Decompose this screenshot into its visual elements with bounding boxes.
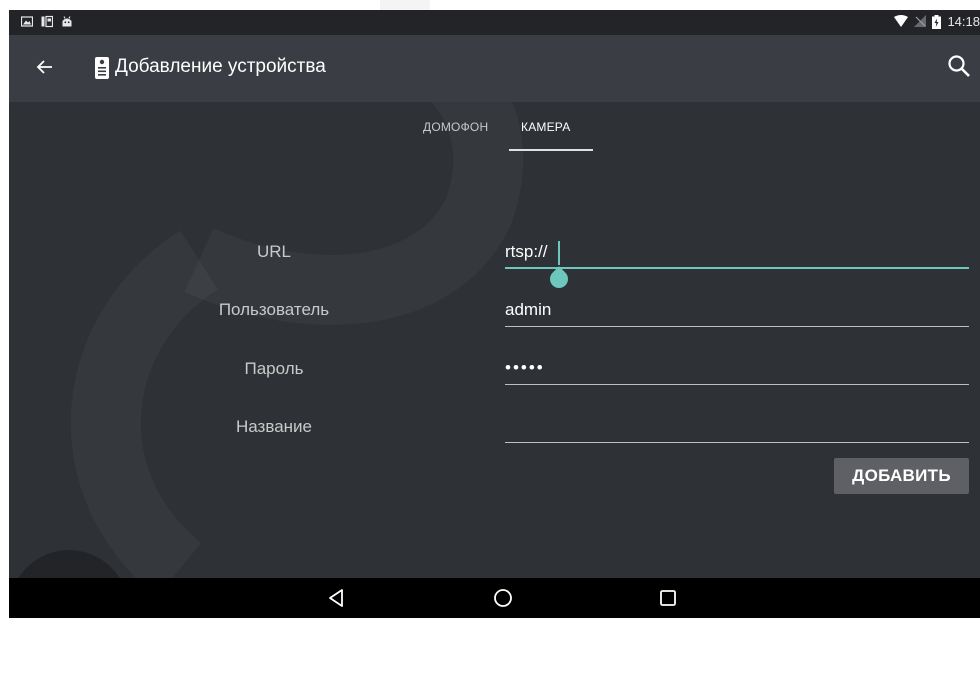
tablet-screen: 14:18 Добавление устройства ДОМОФОН КАМЕ… (9, 10, 980, 618)
system-nav-bar (9, 578, 980, 618)
device-type-tabs: ДОМОФОН КАМЕРА (9, 102, 980, 154)
user-input[interactable]: admin (505, 300, 551, 320)
back-triangle-icon[interactable] (325, 587, 347, 609)
sim-toolkit-icon (41, 15, 53, 28)
cursor-handle[interactable] (546, 266, 572, 292)
text-cursor (558, 241, 560, 265)
password-underline (505, 384, 969, 385)
password-input[interactable]: ••••• (505, 358, 545, 378)
app-bar: Добавление устройства (9, 35, 980, 102)
password-label: Пароль (244, 359, 304, 378)
back-arrow-icon[interactable] (33, 55, 57, 79)
user-underline (505, 326, 969, 327)
url-field[interactable]: rtsp:// (505, 238, 969, 292)
name-label: Название (236, 417, 312, 436)
page-title: Добавление устройства (115, 56, 326, 77)
android-icon (62, 16, 72, 27)
user-field[interactable]: admin (505, 296, 969, 332)
recents-square-icon[interactable] (657, 587, 679, 609)
name-field[interactable] (505, 413, 969, 449)
tab-intercom[interactable]: ДОМОФОН (423, 120, 488, 134)
url-input[interactable]: rtsp:// (505, 242, 548, 262)
password-field[interactable]: ••••• (505, 355, 969, 391)
tab-selected-indicator (509, 149, 593, 151)
user-label: Пользователь (218, 300, 330, 319)
tab-camera[interactable]: КАМЕРА (521, 120, 570, 134)
url-label: URL (256, 242, 291, 261)
status-time: 14:18 (947, 14, 980, 29)
name-underline (505, 442, 969, 443)
add-button[interactable]: ДОБАВИТЬ (834, 458, 969, 494)
url-underline (505, 267, 969, 269)
gallery-icon (21, 16, 33, 27)
home-circle-icon[interactable] (492, 587, 514, 609)
battery-charging-icon (932, 14, 942, 29)
no-signal-icon (914, 15, 927, 27)
intercom-device-icon (95, 57, 109, 79)
wifi-icon (894, 15, 909, 27)
status-bar: 14:18 (9, 10, 980, 35)
search-icon[interactable] (946, 53, 972, 79)
